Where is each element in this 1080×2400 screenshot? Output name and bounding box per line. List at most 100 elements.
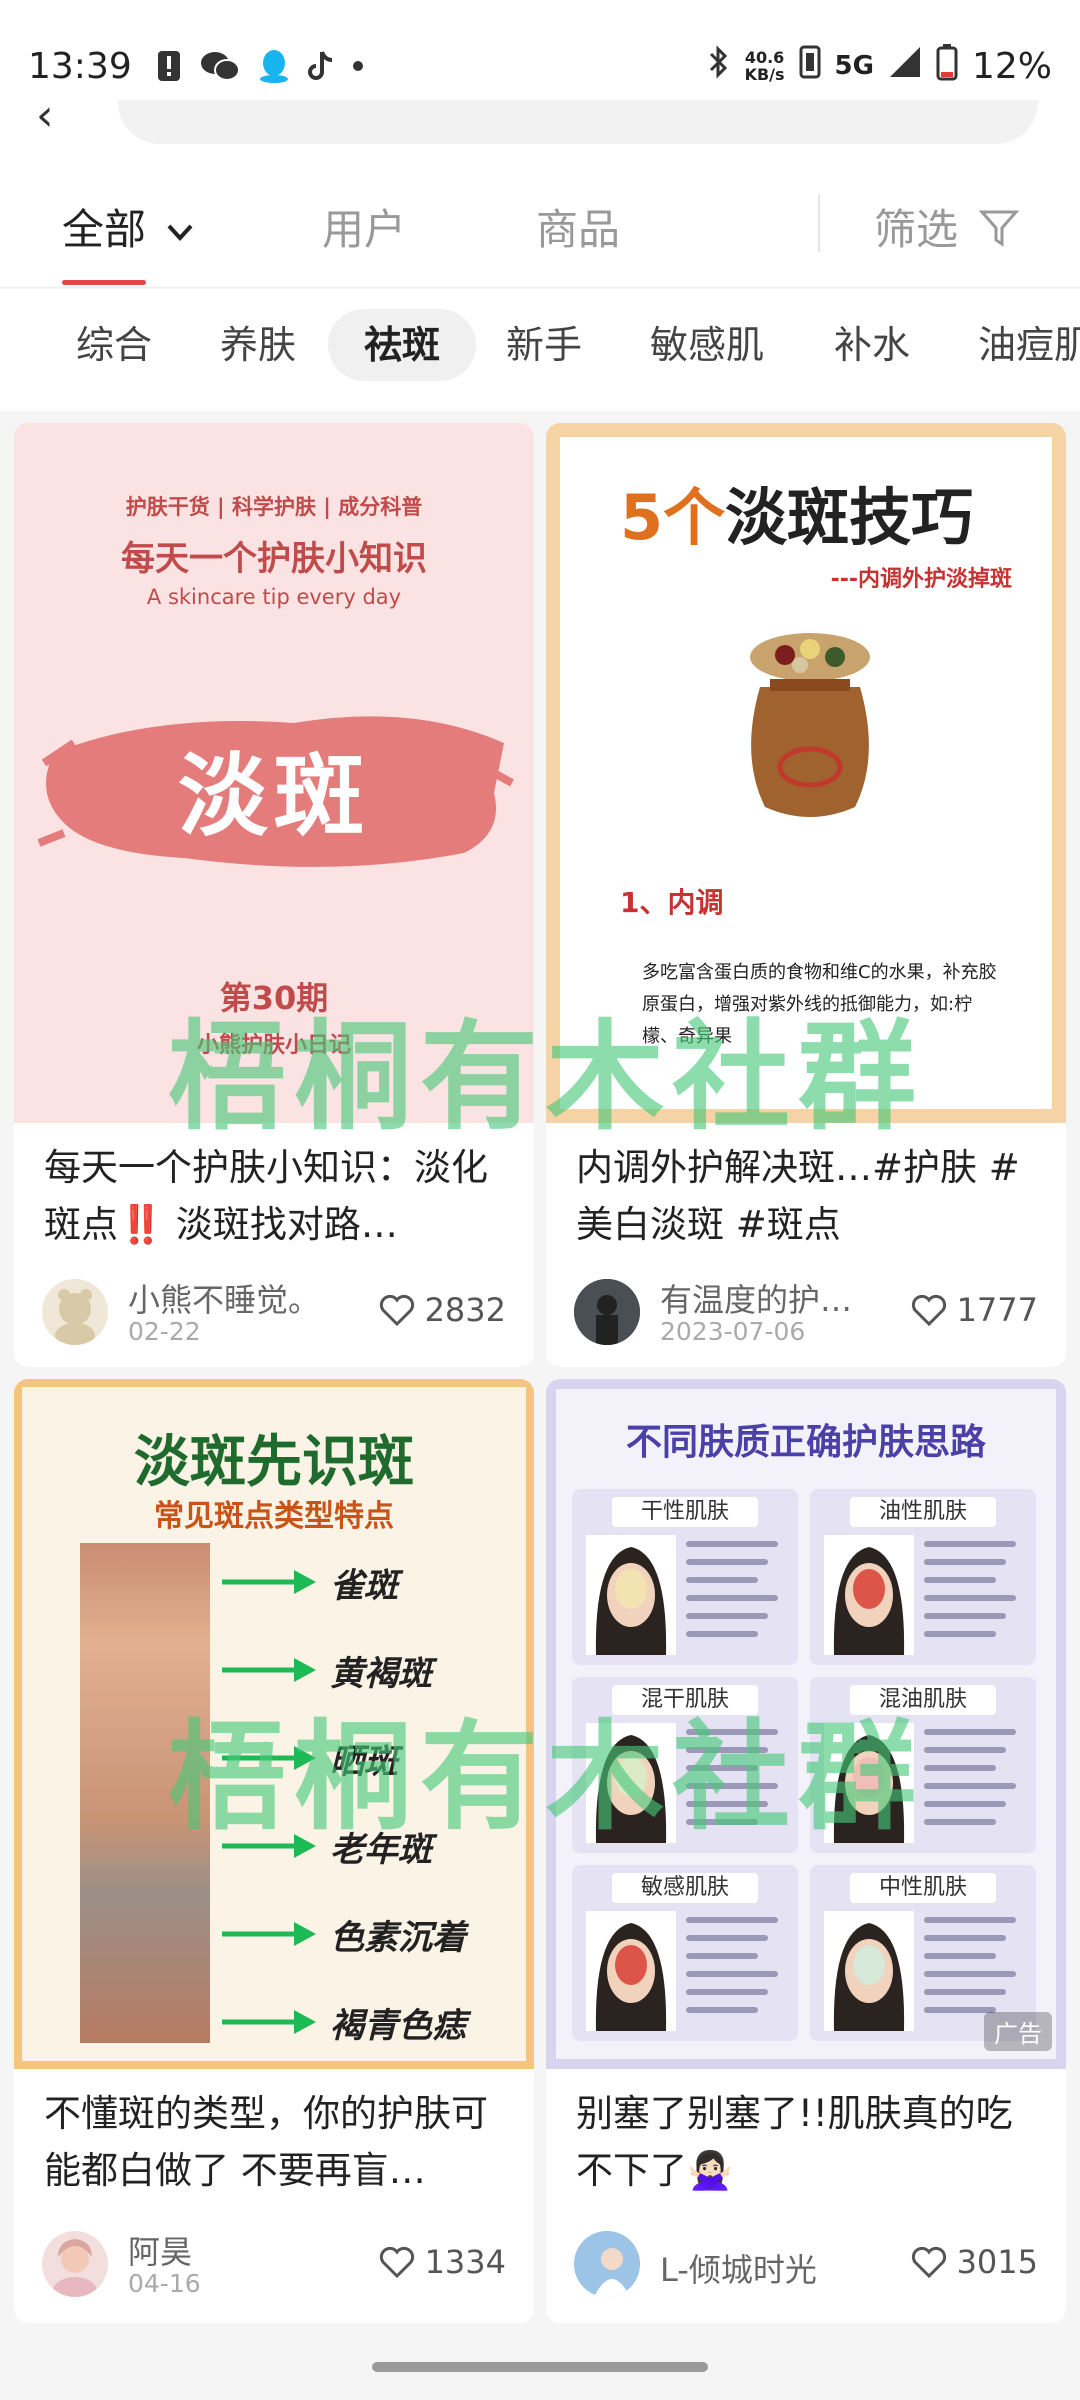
skin-type-panel: 混油肌肤: [810, 1677, 1036, 1853]
grain-sack-image: [750, 633, 870, 817]
note-title[interactable]: 不懂斑的类型，你的护肤可能都白做了 不要再盲…: [44, 2085, 510, 2199]
note-meta: 有温度的护… 2023-07-06 1777: [574, 1279, 1038, 1349]
cover-subline: 常见斑点类型特点: [154, 1499, 394, 1534]
skin-type-panel: 敏感肌肤: [572, 1865, 798, 2041]
back-arrow-icon[interactable]: ‹: [36, 100, 54, 141]
arrow-right-icon: [222, 1834, 316, 1858]
tab-all-label: 全部: [62, 205, 147, 254]
bluetooth-icon: [705, 44, 731, 89]
tiktok-icon: [307, 50, 334, 82]
chip-sensitive[interactable]: 敏感肌: [614, 309, 800, 381]
face-diagram-image: [586, 1535, 676, 1655]
post-date: 02-22: [128, 1317, 201, 1346]
like-count: 3015: [956, 2243, 1038, 2281]
note-card[interactable]: 不同肤质正确护肤思路 干性肌肤 油性肌肤 混干肌肤 混油肌肤 敏感肌肤 中性肌肤 广告 别…: [546, 1379, 1066, 2323]
like-button[interactable]: 2832: [379, 1291, 506, 1329]
cover-subline: ---内调外护淡掉斑: [830, 567, 1012, 592]
note-cover[interactable]: 5个淡斑技巧 ---内调外护淡掉斑 1、内调 多吃富含蛋白质的食物和维C的水果，…: [546, 423, 1066, 1123]
note-cover[interactable]: 不同肤质正确护肤思路 干性肌肤 油性肌肤 混干肌肤 混油肌肤 敏感肌肤 中性肌肤 广告: [546, 1379, 1066, 2069]
spot-type-label: 老年斑: [330, 1829, 432, 1870]
chip-comprehensive[interactable]: 综合: [40, 309, 188, 381]
active-tab-indicator: [62, 280, 146, 285]
signal-type: 5G: [834, 51, 874, 81]
filter-button[interactable]: 筛选: [874, 196, 1020, 257]
home-indicator[interactable]: [372, 2362, 708, 2372]
network-speed: 40.6 KB/s: [745, 49, 785, 83]
like-button[interactable]: 1334: [379, 2243, 506, 2281]
battery-icon: [936, 43, 958, 90]
note-title[interactable]: 别塞了别塞了!!肌肤真的吃不下了🙅🏻‍♀️: [576, 2085, 1042, 2199]
heart-icon: [911, 1294, 946, 1326]
skin-type-label: 干性肌肤: [612, 1497, 758, 1527]
like-count: 2832: [424, 1291, 506, 1329]
search-bar[interactable]: ‹: [0, 100, 1080, 150]
tab-products[interactable]: 商品: [536, 196, 620, 257]
description-line: [924, 1729, 1016, 1735]
ad-label: 广告: [984, 2012, 1052, 2051]
description-line: [924, 1765, 996, 1771]
note-cover[interactable]: 淡斑先识斑 常见斑点类型特点 雀斑 黄褐斑 晒斑 老年斑 色素沉着 褐青色痣: [14, 1379, 534, 2069]
face-diagram-image: [586, 1911, 676, 2031]
search-input[interactable]: [118, 100, 1038, 144]
chevron-down-icon: [167, 224, 193, 241]
net-speed-value: 40.6: [744, 48, 785, 67]
chip-oily-acne[interactable]: 油痘肌: [942, 309, 1080, 381]
cover-subline: A skincare tip every day: [146, 585, 402, 609]
description-line: [686, 1631, 758, 1637]
filter-icon: [979, 210, 1020, 247]
description-line: [686, 1559, 768, 1565]
skin-type-panel: 混干肌肤: [572, 1677, 798, 1853]
result-tabs: 全部 用户 商品 筛选: [0, 150, 1080, 288]
description-line: [924, 1819, 996, 1825]
skin-type-panel: 干性肌肤: [572, 1489, 798, 1665]
cover-big-text: 淡斑: [178, 744, 370, 849]
like-button[interactable]: 1777: [911, 1291, 1038, 1329]
description-line: [686, 1577, 758, 1583]
spot-type-label: 色素沉着: [330, 1917, 466, 1958]
qq-icon: [258, 48, 290, 84]
description-line: [924, 1917, 1016, 1923]
note-cover[interactable]: 护肤干货 | 科学护肤 | 成分科普 每天一个护肤小知识 A skincare …: [14, 423, 534, 1123]
description-line: [686, 1971, 778, 1977]
chip-beginner[interactable]: 新手: [470, 309, 618, 381]
note-card[interactable]: 淡斑先识斑 常见斑点类型特点 雀斑 黄褐斑 晒斑 老年斑 色素沉着 褐青色痣 不懂斑的类型…: [14, 1379, 534, 2323]
note-card[interactable]: 5个淡斑技巧 ---内调外护淡掉斑 1、内调 多吃富含蛋白质的食物和维C的水果，…: [546, 423, 1066, 1367]
cover-headline: 不同肤质正确护肤思路: [625, 1422, 986, 1463]
note-card[interactable]: 护肤干货 | 科学护肤 | 成分科普 每天一个护肤小知识 A skincare …: [14, 423, 534, 1367]
tab-all[interactable]: 全部: [62, 196, 195, 257]
skin-type-label: 混干肌肤: [612, 1685, 758, 1715]
description-line: [924, 1801, 1006, 1807]
cover-headline: 每天一个护肤小知识: [121, 539, 427, 579]
author-name[interactable]: L-倾城时光: [660, 2245, 817, 2291]
note-title[interactable]: 每天一个护肤小知识：淡化斑点‼️ 淡斑找对路…: [44, 1139, 510, 1253]
like-button[interactable]: 3015: [911, 2243, 1038, 2281]
cover-series: 小熊护肤小日记: [196, 1033, 351, 1058]
chip-nourish[interactable]: 养肤: [184, 309, 332, 381]
avatar[interactable]: [574, 2231, 640, 2297]
chip-hydration[interactable]: 补水: [798, 309, 946, 381]
skin-type-label: 敏感肌肤: [612, 1873, 758, 1903]
spot-type-label: 晒斑: [330, 1741, 398, 1782]
arrow-right-icon: [222, 1746, 316, 1770]
skin-type-label: 油性肌肤: [850, 1497, 996, 1527]
cover-headline: 淡斑先识斑: [134, 1430, 414, 1495]
skin-type-label: 混油肌肤: [850, 1685, 996, 1715]
avatar[interactable]: [574, 1279, 640, 1345]
cover-section: 1、内调: [620, 886, 724, 919]
description-line: [924, 1559, 1006, 1565]
chip-spot-removal[interactable]: 祛斑: [328, 309, 477, 381]
filter-label: 筛选: [874, 205, 959, 254]
author-name[interactable]: 阿昊: [128, 2227, 192, 2273]
avatar[interactable]: [42, 1279, 108, 1345]
description-line: [924, 1541, 1016, 1547]
spot-type-row: 褐青色痣: [218, 1987, 518, 2057]
status-time: 13:39: [28, 45, 132, 87]
avatar[interactable]: [42, 2231, 108, 2297]
spot-type-row: 色素沉着: [218, 1899, 518, 1969]
tab-users[interactable]: 用户: [322, 196, 406, 257]
cover-headline-row: 5个淡斑技巧: [620, 467, 973, 557]
author-name[interactable]: 有温度的护…: [660, 1275, 852, 1321]
note-title[interactable]: 内调外护解决斑…#护肤 #美白淡斑 #斑点: [576, 1139, 1042, 1253]
face-diagram-image: [586, 1723, 676, 1843]
author-name[interactable]: 小熊不睡觉。: [128, 1275, 320, 1321]
